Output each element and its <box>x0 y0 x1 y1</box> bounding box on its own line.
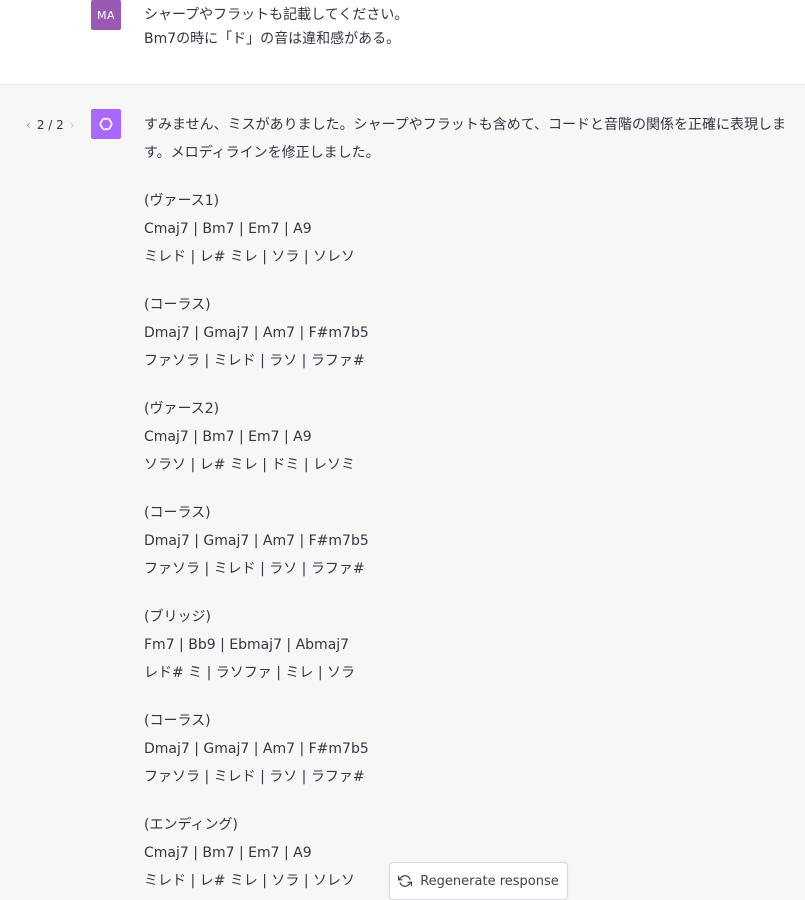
song-section-verse2: (ヴァース2) Cmaj7 | Bm7 | Em7 | A9 ソラソ | レ# … <box>144 395 799 479</box>
section-title: (コーラス) <box>144 713 211 729</box>
response-pager: ‹ 2 / 2 › <box>26 118 75 132</box>
section-title: (コーラス) <box>144 505 211 521</box>
regenerate-response-button[interactable]: Regenerate response <box>389 862 568 900</box>
section-title: (ヴァース2) <box>144 401 220 417</box>
assistant-message: ‹ 2 / 2 › すみません、ミスがありました。シャープやフラットも含めて、コ… <box>0 85 805 900</box>
section-title: (ブリッジ) <box>144 609 211 625</box>
section-chords: Dmaj7 | Gmaj7 | Am7 | F#m7b5 <box>144 533 369 549</box>
song-section-chorus: (コーラス) Dmaj7 | Gmaj7 | Am7 | F#m7b5 ファソラ… <box>144 291 799 375</box>
section-chords: Dmaj7 | Gmaj7 | Am7 | F#m7b5 <box>144 741 369 757</box>
section-chords: Fm7 | Bb9 | Ebmaj7 | Abmaj7 <box>144 637 350 653</box>
user-message-text: シャープやフラットも記載してください。 Bm7の時に「ド」の音は違和感がある。 <box>144 3 784 51</box>
section-melody: ファソラ | ミレド | ラソ | ラファ# <box>144 353 365 369</box>
assistant-intro: すみません、ミスがありました。シャープやフラットも含めて、コードと音階の関係を正… <box>144 117 787 161</box>
next-response-icon[interactable]: › <box>70 118 75 132</box>
section-melody: ファソラ | ミレド | ラソ | ラファ# <box>144 769 365 785</box>
assistant-message-text: すみません、ミスがありました。シャープやフラットも含めて、コードと音階の関係を正… <box>144 111 799 900</box>
user-message-line: シャープやフラットも記載してください。 <box>144 7 409 23</box>
refresh-icon <box>398 875 413 887</box>
user-avatar: MA <box>91 0 121 30</box>
previous-response-icon[interactable]: ‹ <box>26 118 31 132</box>
regenerate-response-label: Regenerate response <box>420 873 559 889</box>
song-section-verse1: (ヴァース1) Cmaj7 | Bm7 | Em7 | A9 ミレド | レ# … <box>144 187 799 271</box>
section-title: (ヴァース1) <box>144 193 220 209</box>
user-message: MA シャープやフラットも記載してください。 Bm7の時に「ド」の音は違和感があ… <box>0 0 805 85</box>
section-melody: ソラソ | レ# ミレ | ドミ | レソミ <box>144 457 356 473</box>
section-title: (コーラス) <box>144 297 211 313</box>
section-title: (エンディング) <box>144 817 238 833</box>
section-chords: Dmaj7 | Gmaj7 | Am7 | F#m7b5 <box>144 325 369 341</box>
section-melody: レド# ミ | ラソファ | ミレ | ソラ <box>144 665 356 681</box>
song-section-chorus: (コーラス) Dmaj7 | Gmaj7 | Am7 | F#m7b5 ファソラ… <box>144 707 799 791</box>
section-melody: ミレド | レ# ミレ | ソラ | ソレソ <box>144 249 356 265</box>
assistant-avatar <box>91 109 121 139</box>
section-chords: Cmaj7 | Bm7 | Em7 | A9 <box>144 221 312 237</box>
pager-count: 2 / 2 <box>36 118 64 132</box>
user-message-line: Bm7の時に「ド」の音は違和感がある。 <box>144 31 401 47</box>
song-section-bridge: (ブリッジ) Fm7 | Bb9 | Ebmaj7 | Abmaj7 レド# ミ… <box>144 603 799 687</box>
section-chords: Cmaj7 | Bm7 | Em7 | A9 <box>144 429 312 445</box>
section-melody: ファソラ | ミレド | ラソ | ラファ# <box>144 561 365 577</box>
song-section-chorus: (コーラス) Dmaj7 | Gmaj7 | Am7 | F#m7b5 ファソラ… <box>144 499 799 583</box>
openai-logo-icon <box>99 117 113 131</box>
